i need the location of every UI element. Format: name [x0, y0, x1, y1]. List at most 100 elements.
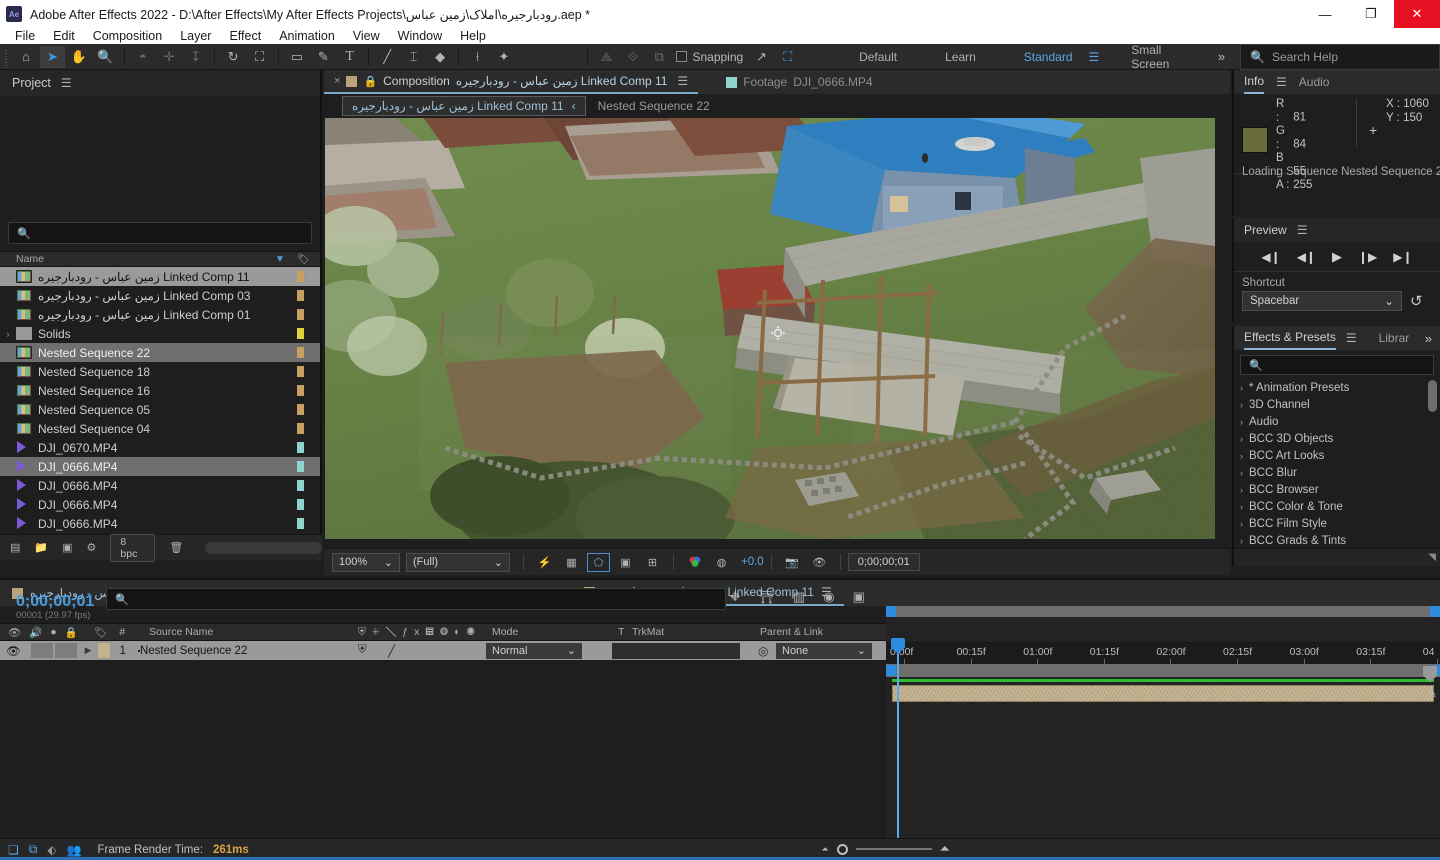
layer-visibility-icon[interactable]: 👁: [6, 644, 21, 658]
label-color-swatch[interactable]: [297, 480, 304, 491]
info-panel-menu-icon[interactable]: ☰: [1276, 75, 1287, 89]
breadcrumb-current[interactable]: زمین عباس - رودبارجیره Linked Comp 11 ‹: [342, 96, 586, 116]
work-area-bar-top[interactable]: [886, 606, 1440, 617]
label-color-swatch[interactable]: [297, 328, 304, 339]
type-tool-icon[interactable]: T: [338, 46, 362, 68]
layer-solo-cell[interactable]: [54, 643, 77, 658]
toolbar-grip[interactable]: [3, 47, 11, 66]
tab-libraries[interactable]: Librar: [1379, 331, 1410, 345]
chevron-right-icon[interactable]: ›: [1240, 451, 1243, 461]
minimize-button[interactable]: —: [1302, 0, 1348, 28]
effects-category-row[interactable]: › BCC Art Looks: [1234, 447, 1440, 464]
motion-blur-icon[interactable]: ◉: [823, 589, 834, 605]
3d-renderer-icon[interactable]: ⬖: [47, 843, 56, 857]
timeline-graph-area[interactable]: 0:00f 00:15f 01:00f 01:15f 02:00f 02:15f 03:00…: [886, 606, 1440, 860]
tab-info[interactable]: Info: [1244, 70, 1265, 94]
workspace-small-screen[interactable]: Small Screen: [1107, 43, 1218, 71]
chevron-right-icon[interactable]: ›: [1240, 519, 1243, 529]
close-icon[interactable]: ×: [334, 75, 340, 87]
new-folder-icon[interactable]: 📁: [34, 541, 48, 554]
resolution-select[interactable]: (Full) ⌄: [406, 552, 510, 572]
workspace-learn[interactable]: Learn: [921, 50, 1000, 64]
region-of-interest-icon[interactable]: ⬠: [587, 552, 610, 572]
interpret-footage-icon[interactable]: ▤: [10, 541, 20, 554]
effects-category-row[interactable]: › BCC Browser: [1234, 481, 1440, 498]
project-item[interactable]: DJI_0666.MP4: [0, 476, 320, 495]
rectangle-tool-icon[interactable]: ▭: [285, 46, 309, 68]
copy-icon[interactable]: ⧉: [29, 842, 38, 857]
project-item[interactable]: DJI_0666.MP4: [0, 495, 320, 514]
project-item[interactable]: زمین عباس - رودبارجیره Linked Comp 11 ⛬: [0, 267, 320, 286]
composition-mini-flowchart-icon[interactable]: ⛖: [730, 589, 740, 605]
exposure-value[interactable]: +0.0: [741, 556, 764, 568]
tab-audio[interactable]: Audio: [1299, 75, 1330, 89]
effects-category-row[interactable]: › BCC Blur: [1234, 464, 1440, 481]
team-project-icon[interactable]: 👥: [67, 843, 82, 857]
effects-category-row[interactable]: › 3D Channel: [1234, 396, 1440, 413]
transparency-grid-icon[interactable]: ▦: [560, 553, 583, 572]
snap-3d-icon[interactable]: ⛶: [776, 46, 800, 68]
sort-descending-icon[interactable]: ▼: [275, 254, 285, 265]
search-help-field[interactable]: 🔍 Search Help: [1240, 44, 1440, 70]
chevron-left-icon[interactable]: ‹: [572, 99, 576, 113]
effects-category-row[interactable]: › BCC Grads & Tints: [1234, 532, 1440, 549]
effects-category-row[interactable]: › BCC Color & Tone: [1234, 498, 1440, 515]
orbit-tool-icon[interactable]: ◓: [131, 46, 155, 68]
project-item[interactable]: DJI_0670.MP4: [0, 438, 320, 457]
label-color-swatch[interactable]: [297, 385, 304, 396]
project-item[interactable]: › Solids: [0, 324, 320, 343]
resize-grip-icon[interactable]: ◥: [1428, 552, 1436, 563]
project-tab-label[interactable]: Project: [12, 76, 51, 90]
label-color-swatch[interactable]: [297, 404, 304, 415]
menu-file[interactable]: File: [6, 28, 44, 44]
chevron-right-icon[interactable]: ›: [1240, 485, 1243, 495]
effects-category-row[interactable]: › BCC 3D Objects: [1234, 430, 1440, 447]
chevron-right-icon[interactable]: ›: [1240, 536, 1243, 546]
menu-layer[interactable]: Layer: [171, 28, 220, 44]
pan-behind-tool-icon[interactable]: ✛: [157, 46, 181, 68]
effects-search-input[interactable]: 🔍: [1240, 355, 1434, 375]
dolly-tool-icon[interactable]: ↧: [183, 46, 207, 68]
draft-3d-icon[interactable]: ⛩: [758, 589, 775, 605]
menu-effect[interactable]: Effect: [220, 28, 270, 44]
work-area-start-handle[interactable]: [886, 665, 896, 676]
new-composition-icon[interactable]: ▣: [62, 541, 72, 554]
workspace-menu-icon[interactable]: ☰: [1081, 50, 1108, 64]
layer-parent-select[interactable]: None ⌄: [776, 642, 872, 659]
project-settings-icon[interactable]: ⚙: [87, 541, 97, 554]
world-axis-icon[interactable]: ⟐: [621, 46, 645, 68]
zoom-out-icon[interactable]: ⏶: [821, 844, 828, 855]
parent-pickwhip-icon[interactable]: ◎: [758, 644, 768, 658]
menu-edit[interactable]: Edit: [44, 28, 84, 44]
column-parent-link[interactable]: Parent & Link: [760, 626, 823, 638]
effects-scrollbar[interactable]: [1428, 380, 1437, 412]
layer-label-color[interactable]: [97, 643, 110, 658]
puppet-pin-tool-icon[interactable]: ✦: [492, 46, 516, 68]
close-button[interactable]: ✕: [1394, 0, 1440, 28]
layer-disclosure-icon[interactable]: ▶: [85, 645, 92, 656]
brush-tool-icon[interactable]: ╱: [375, 46, 399, 68]
next-frame-button[interactable]: ❙▶: [1358, 250, 1377, 264]
reset-shortcut-icon[interactable]: ↺: [1410, 292, 1423, 310]
work-area-start-handle[interactable]: [886, 606, 896, 617]
effects-panel-menu-icon[interactable]: ☰: [1346, 331, 1357, 345]
menu-window[interactable]: Window: [389, 28, 451, 44]
project-item[interactable]: DJI_0666.MP4: [0, 457, 320, 476]
anchor-point-indicator[interactable]: [770, 325, 786, 341]
effects-category-row[interactable]: › * Animation Presets: [1234, 379, 1440, 396]
snapping-checkbox[interactable]: [676, 51, 688, 62]
previous-frame-button[interactable]: ◀❙: [1297, 250, 1316, 264]
play-button[interactable]: ▶: [1332, 249, 1342, 265]
label-color-swatch[interactable]: [297, 423, 304, 434]
column-name-label[interactable]: Name: [16, 253, 44, 265]
first-frame-button[interactable]: ◀❙: [1261, 250, 1280, 264]
layer-blend-mode-select[interactable]: Normal ⌄: [486, 642, 582, 659]
zoom-slider-track[interactable]: [855, 848, 932, 850]
breadcrumb-next[interactable]: Nested Sequence 22: [598, 99, 710, 113]
rotation-tool-icon[interactable]: ↻: [221, 46, 245, 68]
menu-animation[interactable]: Animation: [270, 28, 344, 44]
menu-composition[interactable]: Composition: [84, 28, 171, 44]
label-color-swatch[interactable]: [297, 347, 304, 358]
project-item[interactable]: زمین عباس - رودبارجیره Linked Comp 03: [0, 286, 320, 305]
effects-category-row[interactable]: › BCC Film Style: [1234, 515, 1440, 532]
